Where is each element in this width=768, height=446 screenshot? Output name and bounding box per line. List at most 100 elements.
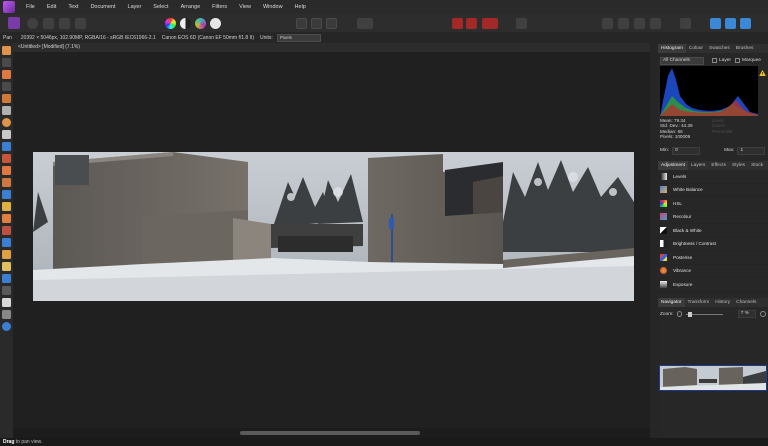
units-select[interactable]: Pixels <box>276 33 321 42</box>
adjustment-item-vibrance[interactable]: Vibrance <box>658 265 768 278</box>
document-tab[interactable]: <Untitled> [Modified] (7.1%) <box>13 43 650 52</box>
marquee-checkbox[interactable] <box>735 58 740 63</box>
flood-select-tool-icon[interactable] <box>2 106 11 115</box>
selection-mode-subtract-icon[interactable] <box>326 17 337 29</box>
flood-fill-tool-icon[interactable] <box>2 154 11 163</box>
dodge-brush-tool-icon[interactable] <box>2 190 11 199</box>
tab-history[interactable]: History <box>712 300 733 305</box>
zoom-tool-icon[interactable] <box>2 322 11 331</box>
min-input[interactable]: 0 <box>672 146 701 155</box>
paint-brush-tool-icon[interactable] <box>2 70 11 79</box>
horizontal-scrollbar[interactable] <box>13 428 650 438</box>
auto-colours-icon[interactable] <box>195 17 206 29</box>
selection-brush-tool-icon[interactable] <box>2 94 11 103</box>
canvas-area[interactable] <box>13 52 650 428</box>
menu-select[interactable]: Select <box>147 4 174 10</box>
auto-white-balance-icon[interactable] <box>210 17 221 29</box>
view-split-icon[interactable] <box>725 17 736 29</box>
tab-effects[interactable]: Effects <box>708 163 729 168</box>
adjustment-item-brightness-contrast[interactable]: Brightness / Contrast <box>658 238 768 251</box>
adjustment-item-levels[interactable]: Levels <box>658 170 768 184</box>
status-hint-bold: Drag <box>3 439 15 445</box>
sampler-tool-icon[interactable] <box>2 310 11 319</box>
tab-channels[interactable]: Channels <box>733 300 759 305</box>
menu-document[interactable]: Document <box>84 4 121 10</box>
snapping-icon[interactable] <box>452 17 463 29</box>
marquee-tool-icon[interactable] <box>2 118 11 127</box>
view-mode-icon[interactable] <box>710 17 721 29</box>
zoom-in-icon[interactable] <box>760 311 767 317</box>
adjustment-item-exposure[interactable]: Exposure <box>658 278 768 292</box>
pen-tool-icon[interactable] <box>2 262 11 271</box>
menu-text[interactable]: Text <box>62 4 84 10</box>
erase-brush-tool-icon[interactable] <box>2 178 11 187</box>
order-icon[interactable] <box>516 17 527 29</box>
zoom-out-icon[interactable] <box>676 311 683 317</box>
align-left-icon[interactable] <box>602 17 613 29</box>
colour-picker-tool-icon[interactable] <box>2 142 11 151</box>
zoom-value-input[interactable]: 7 % <box>737 310 757 318</box>
red-eye-tool-icon[interactable] <box>2 226 11 235</box>
selection-mode-add-icon[interactable] <box>311 17 322 29</box>
tab-adjustment[interactable]: Adjustment <box>658 161 688 170</box>
blur-brush-tool-icon[interactable] <box>2 238 11 247</box>
menu-edit[interactable]: Edit <box>41 4 62 10</box>
snapping-options-icon[interactable] <box>466 17 477 29</box>
tab-navigator[interactable]: Navigator <box>658 298 685 307</box>
quick-mask-dropdown-icon[interactable] <box>357 17 373 29</box>
align-center-icon[interactable] <box>618 17 629 29</box>
text-tool-icon[interactable] <box>2 298 11 307</box>
brush-tool-icon[interactable] <box>2 166 11 175</box>
view-tool-hand-icon[interactable] <box>2 46 11 55</box>
menu-filters[interactable]: Filters <box>206 4 233 10</box>
zoom-slider-knob[interactable] <box>688 311 693 317</box>
menu-file[interactable]: File <box>20 4 41 10</box>
adjustment-item-posterise[interactable]: Posterise <box>658 251 768 265</box>
tab-stock[interactable]: Stock <box>748 163 766 168</box>
adjustment-item-white-balance[interactable]: White Balance <box>658 184 768 197</box>
tab-styles[interactable]: Styles <box>729 163 748 168</box>
photo-persona-button[interactable] <box>8 17 20 29</box>
menu-help[interactable]: Help <box>289 4 312 10</box>
adjustment-item-hsl[interactable]: HSL <box>658 197 768 211</box>
liquify-persona-button[interactable] <box>27 17 38 29</box>
zoom-slider[interactable] <box>686 311 723 317</box>
clone-brush-tool-icon[interactable] <box>2 202 11 211</box>
tab-brushes[interactable]: Brushes <box>733 46 757 51</box>
selection-mode-normal-icon[interactable] <box>296 17 307 29</box>
channel-select[interactable]: All Channels <box>660 56 704 65</box>
mesh-warp-tool-icon[interactable] <box>2 250 11 259</box>
menu-layer[interactable]: Layer <box>122 4 148 10</box>
view-mirror-icon[interactable] <box>740 17 751 29</box>
navigator-preview[interactable] <box>659 365 767 391</box>
auto-contrast-icon[interactable] <box>180 17 191 29</box>
shape-tool-icon[interactable] <box>2 274 11 283</box>
freehand-selection-tool-icon[interactable] <box>2 130 11 139</box>
vibrance-icon <box>660 267 667 275</box>
tab-histogram[interactable]: Histogram <box>658 44 686 53</box>
align-right-icon[interactable] <box>634 17 645 29</box>
tab-swatches[interactable]: Swatches <box>706 46 733 51</box>
transform-icon[interactable] <box>650 17 661 29</box>
healing-brush-tool-icon[interactable] <box>2 214 11 223</box>
export-persona-button[interactable] <box>75 17 86 29</box>
adjustment-item-black-white[interactable]: Black & White <box>658 224 768 238</box>
max-input[interactable]: 1 <box>737 146 766 155</box>
assistant-dropdown-icon[interactable] <box>482 17 498 29</box>
horizontal-scrollbar-thumb[interactable] <box>240 431 420 435</box>
layer-checkbox[interactable] <box>712 58 717 63</box>
auto-levels-icon[interactable] <box>165 17 176 29</box>
menu-window[interactable]: Window <box>257 4 289 10</box>
move-tool-icon[interactable] <box>2 58 11 67</box>
tab-colour[interactable]: Colour <box>686 46 706 51</box>
tab-transform[interactable]: Transform <box>685 300 713 305</box>
develop-persona-button[interactable] <box>43 17 54 29</box>
tone-mapping-persona-button[interactable] <box>59 17 70 29</box>
adjustment-item-recolour[interactable]: Recolour <box>658 211 768 224</box>
arrange-icon[interactable] <box>680 17 691 29</box>
menu-view[interactable]: View <box>233 4 257 10</box>
menu-arrange[interactable]: Arrange <box>175 4 207 10</box>
tab-layers[interactable]: Layers <box>688 163 708 168</box>
node-tool-icon[interactable] <box>2 286 11 295</box>
crop-tool-icon[interactable] <box>2 82 11 91</box>
